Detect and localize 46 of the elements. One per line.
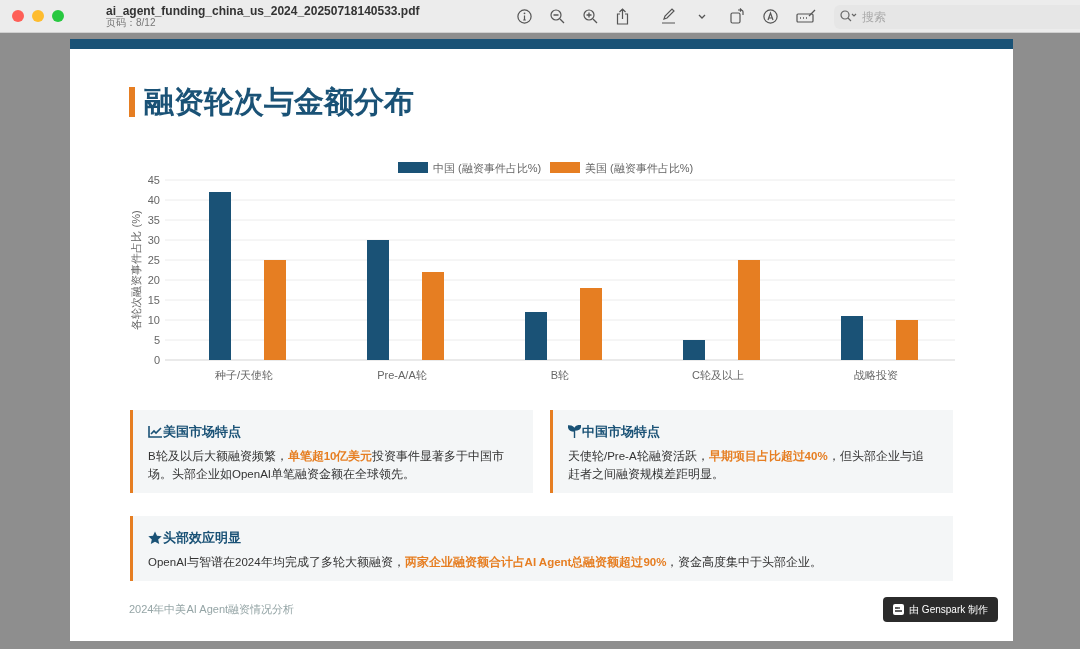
card-text: 天使轮/Pre-A轮融资活跃，早期项目占比超过40%，但头部企业与追赶者之间融资规模差距明显。	[568, 448, 925, 482]
card-title: 中国市场特点	[582, 423, 660, 441]
x-tick-label: 战略投资	[854, 369, 898, 380]
chevron-down-icon[interactable]	[697, 13, 706, 19]
x-tick-label: B轮	[550, 369, 570, 380]
card-text: B轮及以后大额融资频繁，单笔超10亿美元投资事件显著多于中国市场。头部企业如OpenAI单笔融资金额在全球领先。	[148, 448, 506, 482]
x-tick-label: Pre-A/A轮	[377, 369, 427, 380]
y-tick-label: 40	[147, 194, 160, 206]
title-accent-bar	[129, 87, 135, 117]
legend-label[interactable]: 美国 (融资事件占比%)	[585, 161, 694, 174]
share-icon[interactable]	[615, 7, 629, 25]
legend-label[interactable]: 中国 (融资事件占比%)	[433, 161, 542, 174]
search-field[interactable]: 搜索	[833, 4, 1080, 29]
y-axis-label: 各轮次融资事件占比 (%)	[130, 210, 142, 330]
rotate-icon[interactable]	[729, 8, 745, 24]
star-icon	[148, 530, 162, 545]
x-tick-label: 种子/天使轮	[214, 369, 274, 380]
y-tick-label: 0	[153, 354, 160, 366]
y-tick-label: 20	[147, 274, 160, 286]
zoom-in-icon[interactable]	[582, 8, 598, 24]
card-title: 头部效应明显	[163, 529, 241, 547]
x-tick-label: C轮及以上	[692, 369, 744, 380]
page-number: 页码：8/12	[106, 17, 156, 28]
zoom-out-icon[interactable]	[549, 8, 565, 24]
y-tick-label: 30	[147, 234, 160, 246]
slide-title: 融资轮次与金额分布	[144, 87, 414, 117]
y-tick-label: 35	[147, 214, 160, 226]
y-tick-label: 25	[147, 254, 160, 266]
y-tick-label: 5	[153, 334, 160, 346]
line-chart-icon	[148, 425, 162, 438]
footer-text: 2024年中美AI Agent融资情况分析	[129, 602, 295, 618]
close-button[interactable]	[12, 10, 24, 22]
made-by-badge[interactable]: 由 Genspark 制作	[883, 597, 998, 622]
y-tick-label: 15	[147, 294, 160, 306]
sprout-icon	[568, 425, 581, 439]
window-title: ai_agent_funding_china_us_2024_20250718140533.pdf	[106, 4, 420, 17]
card-text: OpenAI与智谱在2024年均完成了多轮大额融资，两家企业融资额合计占AI Agent总融资额超过90%，资金高度集中于头部企业。	[148, 554, 824, 570]
y-tick-label: 45	[147, 174, 160, 186]
markup-icon[interactable]	[762, 8, 778, 24]
pen-icon[interactable]	[660, 8, 676, 24]
y-tick-label: 10	[147, 314, 160, 326]
card-title: 美国市场特点	[163, 423, 241, 441]
signature-icon[interactable]	[795, 8, 816, 24]
search-icon	[839, 9, 858, 22]
logo-icon	[893, 604, 905, 615]
info-icon[interactable]	[516, 8, 532, 24]
